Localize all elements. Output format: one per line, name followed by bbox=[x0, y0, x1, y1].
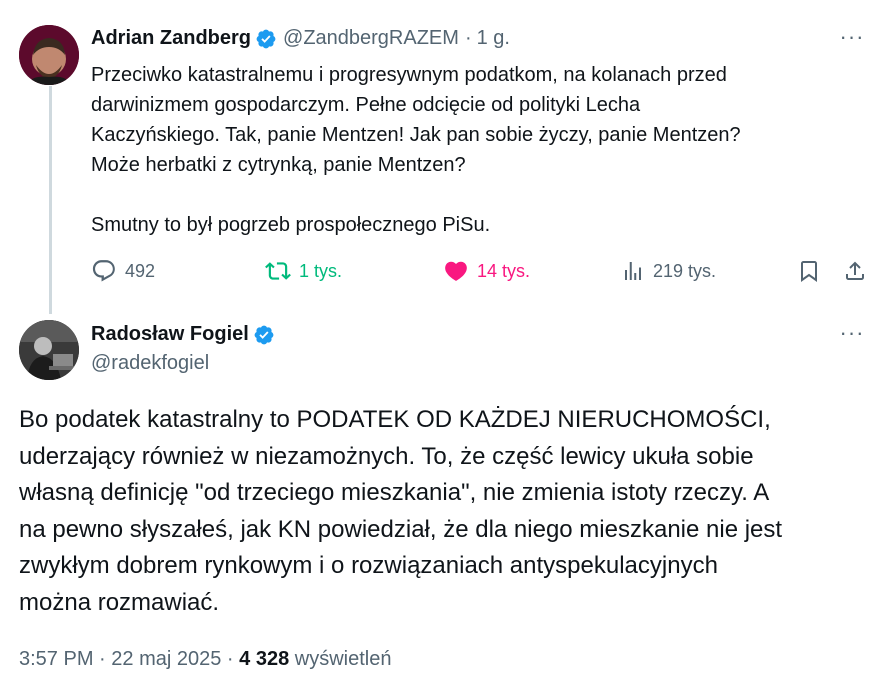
tweet-text-line: własną definicję "od trzeciego mieszkani… bbox=[19, 479, 770, 506]
views-button[interactable]: 219 tys. bbox=[621, 254, 716, 288]
reply-button[interactable]: 492 bbox=[91, 254, 155, 288]
tweet-time[interactable]: 3:57 PM bbox=[19, 648, 93, 670]
tweet-text-line: Smutny to był pogrzeb prospołecznego PiS… bbox=[91, 214, 491, 236]
share-button[interactable] bbox=[843, 254, 875, 288]
verified-badge-icon bbox=[253, 324, 275, 346]
tweet-text-line: darwinizmem gospodarczym. Pełne odcięcie… bbox=[91, 94, 641, 116]
tweet-text-line: można rozmawiać. bbox=[19, 588, 220, 616]
tweet-date[interactable]: 22 maj 2025 bbox=[111, 648, 221, 670]
tweet-text-line: na pewno słyszałeś, jak KN powiedział, ż… bbox=[19, 515, 783, 543]
tweet1-actions: 492 1 tys. 14 tys. 219 tys. bbox=[91, 254, 871, 288]
more-icon[interactable]: ··· bbox=[839, 322, 865, 346]
separator-dot: · bbox=[226, 648, 234, 670]
tweet2-header: Radosław Fogiel @radekfogiel bbox=[91, 323, 275, 375]
separator-dot: · bbox=[464, 27, 472, 49]
thread-connector-line bbox=[49, 86, 52, 314]
tweet-text-line: Kaczyńskiego. Tak, panie Mentzen! Jak pa… bbox=[91, 124, 741, 146]
retweet-button[interactable]: 1 tys. bbox=[265, 254, 342, 288]
share-icon bbox=[846, 261, 864, 280]
like-icon bbox=[445, 261, 467, 281]
verified-badge-icon bbox=[255, 28, 277, 50]
views-count: 219 tys. bbox=[653, 260, 717, 281]
tweet-text-line: Przeciwko katastralnemu i progresywnym p… bbox=[91, 64, 727, 86]
avatar-radoslaw-fogiel[interactable] bbox=[19, 320, 79, 380]
reply-count: 492 bbox=[125, 260, 156, 281]
views-icon bbox=[625, 262, 641, 280]
tweet2-text: Bo podatek katastralny to PODATEK OD KAŻ… bbox=[19, 402, 869, 621]
tweet-text-line: zwykłym dobrem rynkowym i o rozwiązaniac… bbox=[19, 552, 718, 579]
tweet-text-line: Może herbatki z cytrynką, panie Mentzen? bbox=[91, 154, 466, 176]
reply-icon bbox=[92, 260, 115, 282]
tweet1-header: Adrian Zandberg @ZandbergRAZEM · 1 g. bbox=[91, 27, 510, 50]
retweet-icon bbox=[265, 262, 291, 280]
author-handle[interactable]: @ZandbergRAZEM bbox=[283, 27, 459, 50]
tweet2-meta: 3:57 PM · 22 maj 2025 · 4 328 wyświetleń bbox=[19, 648, 391, 671]
bookmark-button[interactable] bbox=[797, 254, 829, 288]
tweet-text-line: Bo podatek katastralny to PODATEK OD KAŻ… bbox=[19, 406, 771, 433]
author-name[interactable]: Adrian Zandberg bbox=[91, 27, 251, 50]
retweet-count: 1 tys. bbox=[299, 260, 343, 281]
author-name[interactable]: Radosław Fogiel bbox=[91, 323, 249, 346]
bookmark-icon bbox=[801, 261, 817, 282]
more-icon[interactable]: ··· bbox=[839, 26, 865, 50]
views-count: 4 328 bbox=[239, 648, 290, 670]
like-button[interactable]: 14 tys. bbox=[443, 254, 530, 288]
separator-dot: · bbox=[99, 648, 106, 670]
like-count: 14 tys. bbox=[477, 260, 531, 281]
views-label: wyświetleń bbox=[294, 648, 392, 670]
tweet-time[interactable]: 1 g. bbox=[477, 27, 510, 50]
author-handle[interactable]: @radekfogiel bbox=[91, 352, 275, 375]
tweet1-text: Przeciwko katastralnemu i progresywnym p… bbox=[91, 60, 851, 240]
tweet-text-line: uderzający również w niezamożnych. To, ż… bbox=[19, 442, 754, 470]
avatar-adrian-zandberg[interactable] bbox=[19, 25, 79, 85]
